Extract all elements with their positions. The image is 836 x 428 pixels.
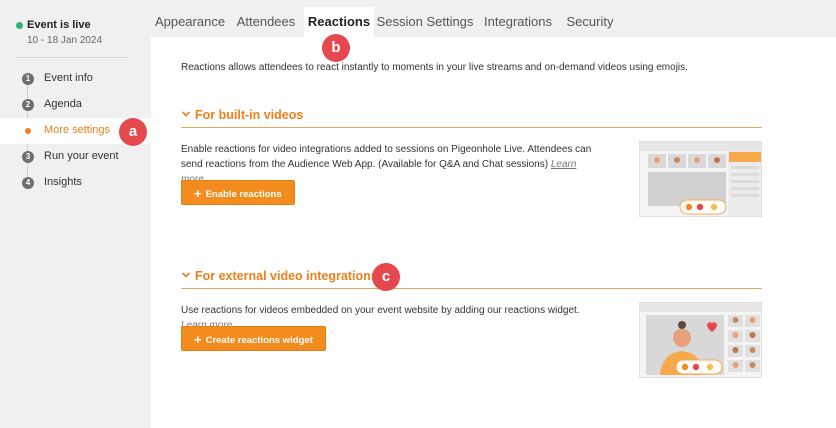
live-status-icon xyxy=(16,22,23,29)
create-reactions-widget-button[interactable]: + Create reactions widget xyxy=(181,326,326,351)
external-description-text: Use reactions for videos embedded on you… xyxy=(181,305,580,316)
tab-integrations[interactable]: Integrations xyxy=(476,7,560,37)
step-number-icon: 1 xyxy=(22,73,34,85)
step-number-icon: 4 xyxy=(22,177,34,189)
sidebar-item-agenda[interactable]: 2 Agenda xyxy=(0,92,151,118)
current-step-dot-icon xyxy=(25,128,31,134)
sidebar-divider xyxy=(16,57,128,58)
callout-badge-a: a xyxy=(119,118,147,146)
reactions-panel: Reactions allows attendees to react inst… xyxy=(151,37,836,428)
builtin-description-text: Enable reactions for video integrations … xyxy=(181,144,592,170)
reactions-intro: Reactions allows attendees to react inst… xyxy=(181,62,688,73)
sidebar-item-insights[interactable]: 4 Insights xyxy=(0,170,151,196)
sidebar: Event is live 10 - 18 Jan 2024 1 Event i… xyxy=(0,0,151,428)
sidebar-item-label: Insights xyxy=(44,176,82,188)
tab-security[interactable]: Security xyxy=(561,7,619,37)
tab-session-settings[interactable]: Session Settings xyxy=(375,7,475,37)
create-reactions-widget-label: Create reactions widget xyxy=(205,335,313,346)
enable-reactions-button[interactable]: + Enable reactions xyxy=(181,180,295,205)
builtin-section-title: For built-in videos xyxy=(195,108,304,122)
event-dates: 10 - 18 Jan 2024 xyxy=(27,35,103,46)
sidebar-item-run-your-event[interactable]: 3 Run your event xyxy=(0,144,151,170)
chevron-down-icon xyxy=(181,269,191,283)
step-number-icon: 3 xyxy=(22,151,34,163)
sidebar-item-label: Agenda xyxy=(44,98,82,110)
event-status-label: Event is live xyxy=(27,19,91,31)
plus-icon: + xyxy=(194,186,202,201)
chevron-down-icon xyxy=(181,108,191,122)
sidebar-item-label: Event info xyxy=(44,72,93,84)
callout-badge-b: b xyxy=(322,34,350,62)
sidebar-item-label: More settings xyxy=(44,124,111,136)
sidebar-item-label: Run your event xyxy=(44,150,119,162)
tab-attendees[interactable]: Attendees xyxy=(229,7,303,37)
tab-appearance[interactable]: Appearance xyxy=(151,7,229,37)
callout-badge-c: c xyxy=(372,263,400,291)
sidebar-item-event-info[interactable]: 1 Event info xyxy=(0,66,151,92)
settings-tabs: Appearance Attendees Reactions Session S… xyxy=(151,0,836,37)
external-section-title: For external video integrations xyxy=(195,269,378,283)
external-section-header[interactable]: For external video integrations xyxy=(181,269,762,289)
builtin-section-header[interactable]: For built-in videos xyxy=(181,108,762,128)
enable-reactions-label: Enable reactions xyxy=(205,189,282,200)
plus-icon: + xyxy=(194,332,202,347)
speaker-video-illustration-icon xyxy=(639,302,762,378)
step-number-icon: 2 xyxy=(22,99,34,111)
video-grid-illustration-icon xyxy=(639,141,762,217)
tab-reactions[interactable]: Reactions xyxy=(304,7,374,37)
